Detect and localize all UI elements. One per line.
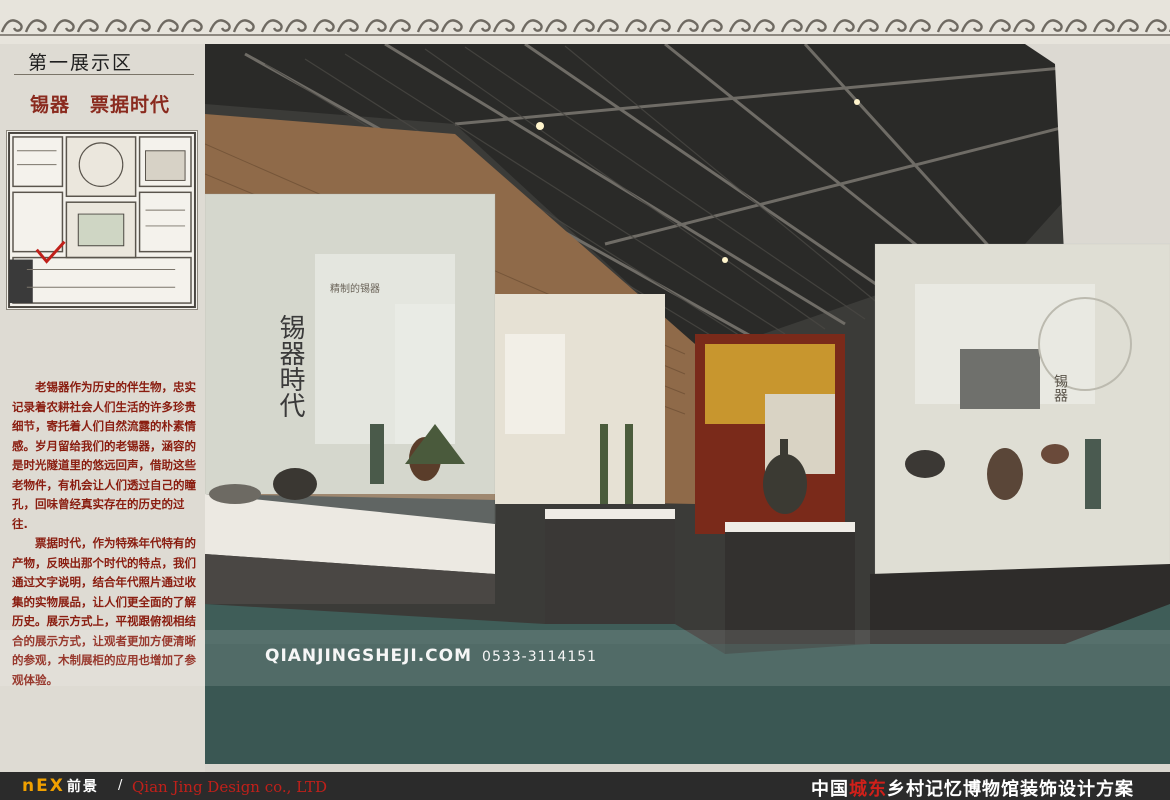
description-paragraph-tin: 老锡器作为历史的伴生物，忠实记录着农耕社会人们生活的许多珍贵细节，寄托着人们自然… [12, 380, 196, 531]
floor-plan-drawing [8, 131, 196, 309]
panel-vertical-title: 锡器時代 [275, 314, 305, 418]
footer-bar: nEX 前景 / Qian Jing Design co., LTD 中国城东乡村… [0, 772, 1170, 800]
right-panel-text: 锡器 [1052, 374, 1068, 402]
top-decorative-band [0, 0, 1170, 44]
brand-separator: / [118, 778, 123, 793]
cloud-pattern-icon [0, 12, 1170, 38]
panel-heading: 精制的锡器 [330, 282, 380, 295]
brand-logo: nEX 前景 [22, 776, 99, 796]
project-title: 中国城东乡村记忆博物馆装饰设计方案 [811, 775, 1134, 800]
company-name: Qian Jing Design co., LTD [132, 778, 327, 796]
project-title-highlight: 城东 [849, 779, 887, 800]
subtitle-tin: 锡器 [30, 94, 71, 116]
watermark: QIANJINGSHEJI.COM 0533-3114151 [265, 646, 597, 666]
brand-logo-cn: 前景 [66, 779, 99, 795]
watermark-site: QIANJINGSHEJI.COM [265, 646, 473, 666]
subtitle-ticket-era: 票据时代 [90, 94, 171, 116]
watermark-phone: 0533-3114151 [482, 649, 598, 665]
project-title-suffix: 乡村记忆博物馆装饰设计方案 [887, 779, 1134, 800]
project-title-prefix: 中国 [811, 779, 849, 800]
floor-plan-image [6, 130, 198, 310]
brand-logo-latin: nEX [22, 776, 65, 796]
zone-title: 第一展示区 [28, 52, 134, 74]
title-divider [14, 74, 194, 75]
zone-subtitle: 锡器 票据时代 [30, 90, 170, 117]
